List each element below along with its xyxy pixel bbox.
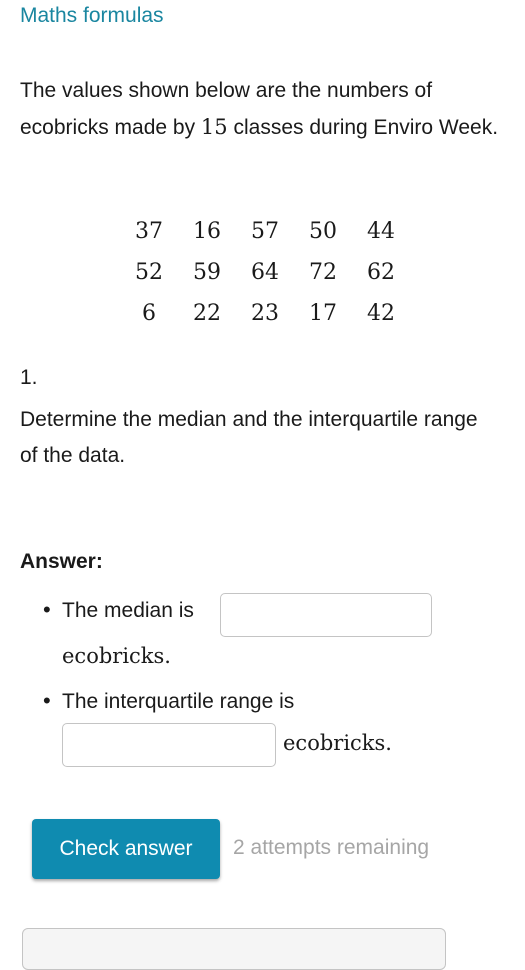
data-value: 59 [193, 260, 221, 285]
problem-intro: The values shown below are the numbers o… [20, 73, 500, 146]
check-answer-button[interactable]: Check answer [32, 819, 220, 879]
intro-text-after: classes during Enviro Week. [227, 116, 499, 139]
data-value: 17 [309, 301, 337, 326]
question-number: 1. [20, 366, 38, 389]
median-prefix: The median is [62, 599, 194, 622]
data-value: 64 [251, 260, 279, 285]
class-count: 15 [200, 115, 228, 139]
maths-formulas-link[interactable]: Maths formulas [20, 4, 164, 28]
data-value: 16 [193, 219, 221, 244]
bullet-icon: • [43, 688, 51, 713]
data-value: 50 [309, 219, 337, 244]
iqr-suffix: ecobricks. [283, 731, 392, 755]
data-value: 52 [135, 260, 163, 285]
data-values-grid: 37 16 57 50 44 52 59 64 72 62 6 22 23 17… [120, 214, 410, 332]
iqr-input[interactable] [62, 723, 276, 767]
data-value: 44 [367, 219, 395, 244]
data-value: 57 [251, 219, 279, 244]
data-value: 72 [309, 260, 337, 285]
answer-label: Answer: [20, 550, 103, 573]
data-value: 22 [193, 301, 221, 326]
median-input[interactable] [220, 593, 432, 637]
data-value: 6 [142, 301, 156, 326]
question-text: Determine the median and the interquarti… [20, 408, 478, 467]
bullet-icon: • [43, 597, 51, 622]
feedback-box [22, 928, 446, 970]
data-value: 42 [367, 301, 395, 326]
attempts-remaining: 2 attempts remaining [233, 836, 430, 859]
median-suffix: ecobricks. [62, 644, 171, 668]
data-value: 37 [135, 219, 163, 244]
iqr-prefix: The interquartile range is [62, 690, 295, 713]
data-value: 23 [251, 301, 279, 326]
data-value: 62 [367, 260, 395, 285]
